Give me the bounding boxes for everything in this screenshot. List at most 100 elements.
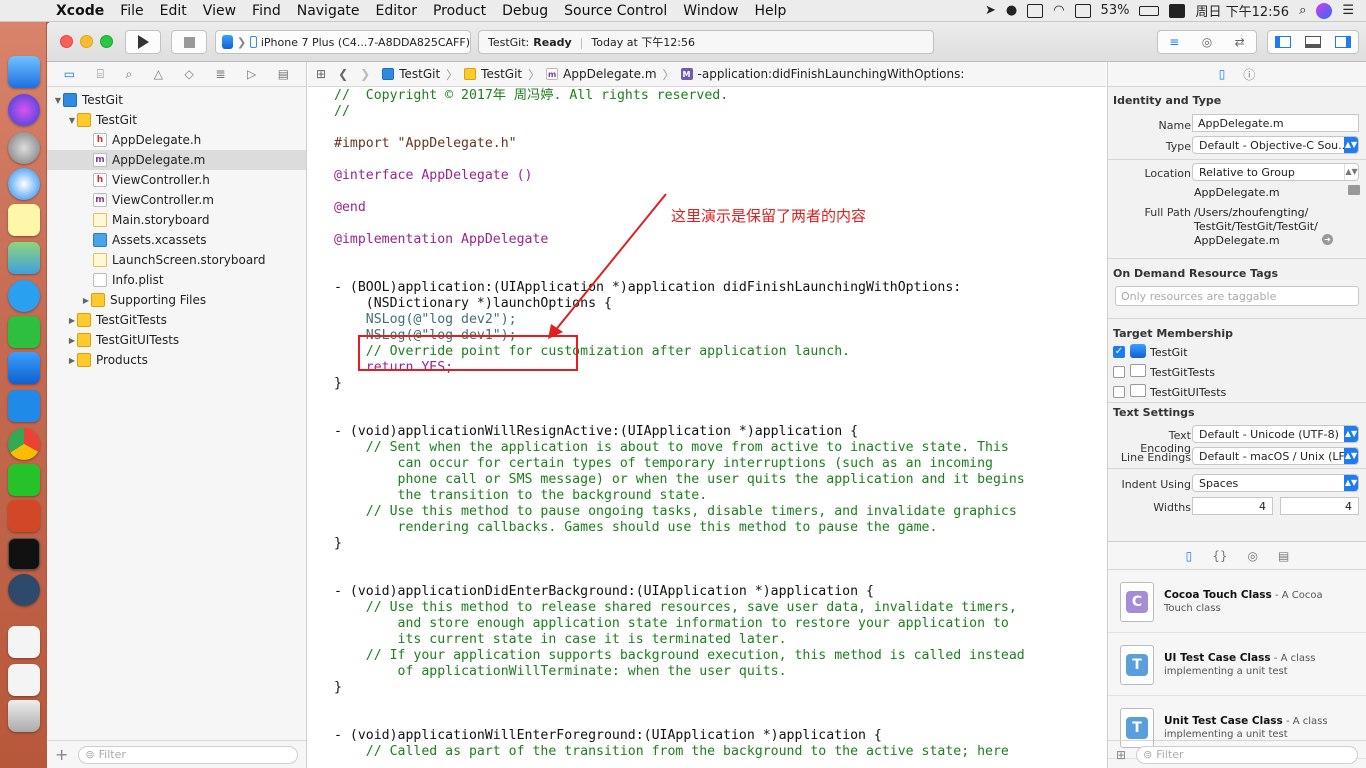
target-testgittests-checkbox[interactable] xyxy=(1113,366,1125,378)
tab-width-field[interactable]: 4 xyxy=(1192,497,1273,515)
target-testgit-checkbox[interactable]: ✓ xyxy=(1113,346,1125,358)
sogou-icon[interactable] xyxy=(1169,3,1186,18)
powerpoint-icon[interactable] xyxy=(8,500,40,532)
iqiyi-icon[interactable] xyxy=(8,464,40,496)
menu-help[interactable]: Help xyxy=(747,3,795,19)
report-navigator-icon[interactable]: ▤ xyxy=(278,67,289,81)
jumpbar-crumb-project[interactable]: TestGit xyxy=(382,67,440,81)
quick-help-icon[interactable]: ⓘ xyxy=(1243,66,1255,83)
menu-file[interactable]: File xyxy=(112,3,151,19)
resource-tags-field[interactable]: Only resources are taggable xyxy=(1115,286,1359,306)
jumpbar-crumb-file[interactable]: m AppDelegate.m xyxy=(546,67,657,81)
airplay-icon[interactable] xyxy=(1074,3,1091,18)
disclosure-closed-icon[interactable]: ▶ xyxy=(81,296,91,305)
spotlight-search-icon[interactable]: ⌕ xyxy=(1299,3,1306,18)
disclosure-open-icon[interactable]: ▼ xyxy=(67,116,77,125)
template-cocoa-touch-class[interactable]: C Cocoa Touch Class - A Cocoa Touch clas… xyxy=(1108,571,1366,633)
preview-icon[interactable] xyxy=(8,242,40,274)
type-popup[interactable]: Default - Objective-C Sou... ▲▼ xyxy=(1192,136,1359,154)
wifi-icon[interactable]: ◠ xyxy=(1053,3,1064,18)
tree-item-testgituitests[interactable]: ▶ TestGitUITests xyxy=(47,330,306,350)
siri-icon[interactable] xyxy=(1316,2,1333,19)
issue-navigator-icon[interactable]: △ xyxy=(154,67,163,81)
chrome-document-icon[interactable] xyxy=(8,664,40,696)
code-snippet-library-icon[interactable]: {} xyxy=(1212,549,1227,563)
run-button[interactable] xyxy=(125,30,161,54)
terminal-icon[interactable] xyxy=(8,538,40,570)
tree-item-viewcontroller-h[interactable]: h ViewController.h xyxy=(47,170,306,190)
find-navigator-icon[interactable]: ⌕ xyxy=(125,67,132,82)
project-navigator-folder-icon[interactable]: ▭ xyxy=(64,67,75,81)
menu-clock[interactable]: 周日 下午12:56 xyxy=(1195,1,1289,20)
menu-edit[interactable]: Edit xyxy=(152,3,195,19)
source-control-navigator-icon[interactable]: ⌸ xyxy=(97,67,104,82)
menu-window[interactable]: Window xyxy=(675,3,746,19)
disclosure-closed-icon[interactable]: ▶ xyxy=(67,336,77,345)
location-arrow-icon[interactable]: ➤ xyxy=(985,3,996,18)
siri-dock-icon[interactable] xyxy=(8,94,40,126)
utilities-toggle-icon[interactable] xyxy=(1335,36,1351,48)
file-template-library-icon[interactable]: ▯ xyxy=(1186,549,1193,563)
facetime-icon[interactable] xyxy=(8,316,40,348)
menu-source-control[interactable]: Source Control xyxy=(556,3,675,19)
menu-app-name[interactable]: Xcode xyxy=(48,3,112,19)
notes-icon[interactable] xyxy=(8,204,40,236)
minimize-window-button[interactable] xyxy=(80,35,93,48)
line-endings-popup[interactable]: Default - macOS / Unix (LF) ▲▼ xyxy=(1192,447,1359,465)
tree-item-viewcontroller-m[interactable]: m ViewController.m xyxy=(47,190,306,210)
name-field[interactable]: AppDelegate.m xyxy=(1192,114,1359,132)
finder-icon[interactable] xyxy=(8,56,40,88)
template-ui-test-case-class[interactable]: T UI Test Case Class - A class implement… xyxy=(1108,634,1366,696)
menu-editor[interactable]: Editor xyxy=(368,3,425,19)
jumpbar-crumb-method[interactable]: M -application:didFinishLaunchingWithOpt… xyxy=(680,67,964,81)
breakpoint-navigator-icon[interactable]: ▷ xyxy=(247,67,256,81)
library-filter-input[interactable]: ⊜ Filter xyxy=(1136,745,1359,764)
standard-editor-icon[interactable]: ≡ xyxy=(1169,35,1179,49)
tree-item-testgittests[interactable]: ▶ TestGitTests xyxy=(47,310,306,330)
stop-button[interactable] xyxy=(171,30,207,54)
code-area[interactable]: // Copyright © 2017年 周冯婷. All rights res… xyxy=(308,88,1106,768)
debug-navigator-icon[interactable]: ≣ xyxy=(215,67,225,81)
messages-icon[interactable] xyxy=(8,280,40,312)
input-method-icon[interactable] xyxy=(1027,3,1044,18)
debug-area-toggle-icon[interactable] xyxy=(1305,36,1321,48)
add-file-icon[interactable]: + xyxy=(55,745,68,764)
navigator-toggle-icon[interactable] xyxy=(1275,36,1291,48)
related-items-icon[interactable]: ⊞ xyxy=(316,67,326,81)
battery-icon[interactable] xyxy=(1139,5,1160,16)
version-editor-icon[interactable]: ⇄ xyxy=(1235,35,1245,49)
tree-item-appdelegate-h[interactable]: h AppDelegate.h xyxy=(47,130,306,150)
test-navigator-icon[interactable]: ◇ xyxy=(185,67,194,81)
forward-arrow-icon[interactable]: ❯ xyxy=(360,67,370,81)
navigator-filter-input[interactable]: ⊜ Filter xyxy=(78,745,299,764)
indent-width-field[interactable]: 4 xyxy=(1280,497,1359,515)
tree-item-products[interactable]: ▶ Products xyxy=(47,350,306,370)
assistant-editor-icon[interactable]: ◎ xyxy=(1202,35,1212,49)
xcode-icon[interactable] xyxy=(8,352,40,384)
safari-icon[interactable] xyxy=(8,168,40,200)
tree-item-appdelegate-m[interactable]: m AppDelegate.m xyxy=(47,150,306,170)
grid-view-icon[interactable]: ⊞ xyxy=(1116,748,1126,762)
file-inspector-icon[interactable]: ▯ xyxy=(1219,67,1226,81)
disclosure-open-icon[interactable]: ▼ xyxy=(53,96,63,105)
tree-item-info-plist[interactable]: Info.plist xyxy=(47,270,306,290)
object-library-icon[interactable]: ◎ xyxy=(1248,549,1258,563)
choose-folder-icon[interactable] xyxy=(1348,185,1360,195)
jumpbar-crumb-group[interactable]: TestGit xyxy=(464,67,522,81)
menu-find[interactable]: Find xyxy=(244,3,289,19)
tree-item-assets[interactable]: Assets.xcassets xyxy=(47,230,306,250)
tree-item-project[interactable]: ▼ TestGit xyxy=(47,90,306,110)
sourcetree-icon[interactable] xyxy=(8,574,40,606)
tree-item-launchscreen[interactable]: LaunchScreen.storyboard xyxy=(47,250,306,270)
menu-debug[interactable]: Debug xyxy=(494,3,556,19)
location-popup[interactable]: Relative to Group ▲▼ xyxy=(1192,163,1359,181)
reveal-in-finder-icon[interactable]: ➔ xyxy=(1322,234,1333,245)
tree-item-main-storyboard[interactable]: Main.storyboard xyxy=(47,210,306,230)
disclosure-closed-icon[interactable]: ▶ xyxy=(67,356,77,365)
back-arrow-icon[interactable]: ❮ xyxy=(338,67,348,81)
indent-using-popup[interactable]: Spaces ▲▼ xyxy=(1192,474,1359,492)
menu-navigate[interactable]: Navigate xyxy=(289,3,368,19)
disclosure-closed-icon[interactable]: ▶ xyxy=(67,316,77,325)
microphone-icon[interactable]: ● xyxy=(1006,3,1017,18)
notification-center-icon[interactable]: ☰ xyxy=(1342,3,1354,18)
